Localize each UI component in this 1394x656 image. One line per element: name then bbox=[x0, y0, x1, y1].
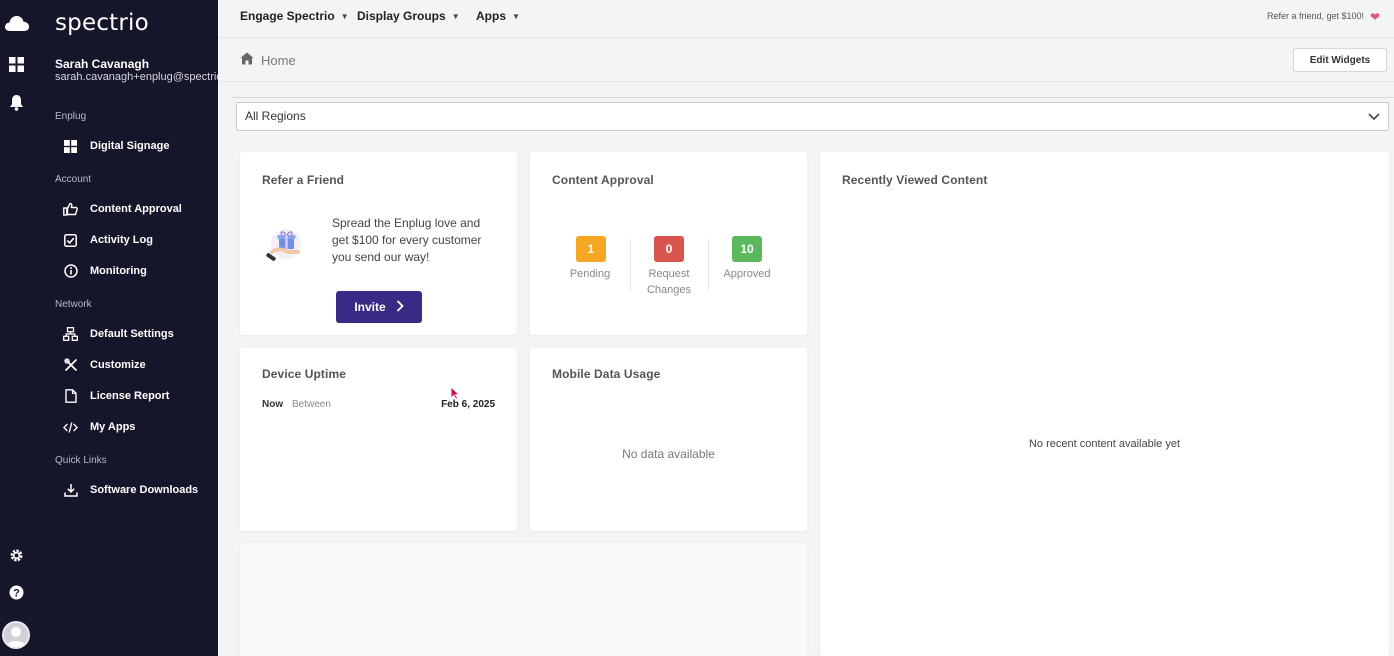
user-avatar[interactable] bbox=[2, 621, 30, 649]
gift-hand-icon bbox=[264, 222, 308, 273]
mobile-empty-message: No data available bbox=[622, 447, 715, 461]
grid-icon bbox=[63, 139, 78, 154]
section-label-quick-links: Quick Links bbox=[55, 455, 107, 466]
user-name: Sarah Cavanagh bbox=[55, 57, 150, 71]
sidebar-item-content-approval[interactable]: Content Approval bbox=[63, 199, 182, 219]
user-email: sarah.cavanagh+enplug@spectrio bbox=[55, 71, 218, 83]
empty-widget-area bbox=[240, 543, 807, 656]
invite-label: Invite bbox=[354, 300, 386, 314]
bell-icon[interactable] bbox=[0, 94, 33, 111]
sidebar-item-activity-log[interactable]: Activity Log bbox=[63, 230, 153, 250]
region-select-value: All Regions bbox=[245, 109, 306, 123]
heart-icon: ❤ bbox=[1369, 10, 1380, 24]
sidebar-item-my-apps[interactable]: My Apps bbox=[63, 417, 135, 437]
code-icon bbox=[63, 420, 78, 435]
chevron-down-icon bbox=[1368, 103, 1380, 131]
home-icon[interactable] bbox=[240, 52, 254, 70]
menu-engage-spectrio[interactable]: Engage Spectrio ▼ bbox=[240, 9, 349, 23]
widget-title: Device Uptime bbox=[262, 367, 346, 381]
sidebar-item-label: License Report bbox=[90, 390, 170, 402]
cloud-logo-icon[interactable] bbox=[0, 14, 33, 32]
device-uptime-widget: Device Uptime Now Between Feb 6, 2025 bbox=[240, 348, 517, 531]
mouse-cursor-icon bbox=[450, 386, 461, 405]
refer-friend-widget: Refer a Friend Spread the Enplug love an… bbox=[240, 152, 517, 335]
refer-description: Spread the Enplug love and get $100 for … bbox=[332, 216, 482, 264]
chevron-down-icon: ▼ bbox=[512, 11, 520, 21]
page-header: Home Edit Widgets bbox=[218, 38, 1394, 82]
sidebar-item-monitoring[interactable]: Monitoring bbox=[63, 261, 147, 281]
chevron-right-icon bbox=[396, 299, 404, 315]
recent-empty-message: No recent content available yet bbox=[1028, 438, 1181, 450]
approved-count-badge[interactable]: 10 bbox=[732, 236, 762, 262]
top-bar: Engage Spectrio ▼ Display Groups ▼ Apps ▼ R… bbox=[218, 0, 1394, 38]
widget-title: Refer a Friend bbox=[262, 173, 345, 187]
download-icon bbox=[63, 483, 78, 498]
brand-logo: spectrio bbox=[55, 10, 149, 36]
sidebar-item-digital-signage[interactable]: Digital Signage bbox=[63, 136, 169, 156]
chevron-down-icon: ▼ bbox=[451, 11, 460, 21]
sidebar-item-label: Activity Log bbox=[90, 234, 153, 246]
sidebar-item-default-settings[interactable]: Default Settings bbox=[63, 324, 174, 344]
sidebar-item-label: Software Downloads bbox=[90, 484, 199, 496]
section-label-account: Account bbox=[55, 174, 92, 185]
menu-label: Engage Spectrio bbox=[240, 9, 335, 23]
section-label-enplug: Enplug bbox=[55, 111, 87, 122]
menu-label: Display Groups bbox=[357, 9, 446, 23]
approved-label: Approved bbox=[723, 268, 771, 280]
sidebar-item-license-report[interactable]: License Report bbox=[63, 386, 169, 406]
menu-display-groups[interactable]: Display Groups ▼ bbox=[357, 9, 460, 23]
sidebar-item-label: My Apps bbox=[90, 421, 136, 433]
sidebar-item-software-downloads[interactable]: Software Downloads bbox=[63, 480, 198, 500]
sidebar-item-label: Digital Signage bbox=[90, 140, 170, 152]
mobile-data-widget: Mobile Data Usage No data available bbox=[530, 348, 807, 531]
checkbox-icon bbox=[63, 233, 78, 248]
sidebar-item-customize[interactable]: Customize bbox=[63, 355, 146, 375]
sidebar-item-label: Customize bbox=[90, 359, 146, 371]
gear-icon[interactable] bbox=[0, 548, 33, 563]
thumbs-up-icon bbox=[63, 202, 78, 217]
sidebar-item-label: Monitoring bbox=[90, 265, 147, 277]
menu-label: Apps bbox=[476, 9, 506, 23]
divider bbox=[630, 239, 631, 291]
uptime-now-label[interactable]: Now bbox=[262, 399, 283, 410]
menu-apps[interactable]: Apps ▼ bbox=[476, 9, 520, 23]
pending-label: Pending bbox=[569, 268, 611, 280]
request-changes-label: Request Changes bbox=[646, 268, 692, 296]
edit-widgets-button[interactable]: Edit Widgets bbox=[1293, 48, 1387, 72]
dashboard-grid-icon[interactable] bbox=[0, 57, 33, 72]
uptime-between-label[interactable]: Between bbox=[292, 399, 331, 410]
content-approval-widget: Content Approval 1 Pending 0 Request Cha… bbox=[530, 152, 807, 335]
document-icon bbox=[63, 389, 78, 404]
widget-title: Recently Viewed Content bbox=[842, 173, 988, 187]
svg-text:?: ? bbox=[13, 588, 20, 600]
invite-button[interactable]: Invite bbox=[336, 291, 422, 323]
section-label-network: Network bbox=[55, 299, 92, 310]
info-circle-icon bbox=[63, 264, 78, 279]
sidebar-item-label: Content Approval bbox=[90, 203, 182, 215]
breadcrumb-home[interactable]: Home bbox=[261, 53, 296, 68]
region-select[interactable]: All Regions bbox=[236, 102, 1389, 131]
network-icon bbox=[63, 327, 78, 342]
sidebar: spectrio Sarah Cavanagh sarah.cavanagh+e… bbox=[33, 0, 218, 656]
sidebar-item-label: Default Settings bbox=[90, 328, 174, 340]
recently-viewed-widget: Recently Viewed Content No recent conten… bbox=[820, 152, 1389, 656]
widget-title: Mobile Data Usage bbox=[552, 367, 661, 381]
tools-icon bbox=[63, 358, 78, 373]
divider bbox=[708, 239, 709, 291]
refer-link[interactable]: Refer a friend, get $100! bbox=[1267, 11, 1364, 21]
pending-count-badge[interactable]: 1 bbox=[576, 236, 606, 262]
chevron-down-icon: ▼ bbox=[340, 11, 349, 21]
request-changes-count-badge[interactable]: 0 bbox=[654, 236, 684, 262]
icon-rail: ? bbox=[0, 0, 33, 656]
widget-title: Content Approval bbox=[552, 173, 654, 187]
help-icon[interactable]: ? bbox=[0, 585, 33, 600]
